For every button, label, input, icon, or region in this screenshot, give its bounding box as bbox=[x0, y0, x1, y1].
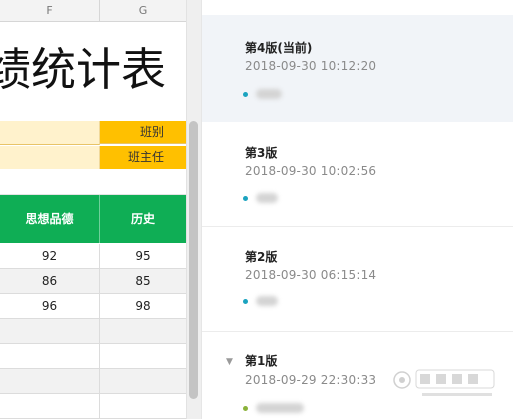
empty-cell[interactable] bbox=[100, 344, 186, 368]
info-cell[interactable] bbox=[0, 121, 100, 145]
scrollbar-thumb[interactable] bbox=[189, 121, 198, 399]
editor-name-blurred bbox=[256, 193, 278, 203]
spreadsheet: F G 绩统计表 班别 班主任 思想品德 历史 92 95 86 85 96 9… bbox=[0, 0, 186, 419]
empty-cell[interactable] bbox=[100, 394, 186, 418]
version-title: 第2版 bbox=[245, 250, 278, 264]
editor-dot-icon bbox=[243, 196, 248, 201]
version-item-2[interactable]: 第2版 2018-09-30 06:15:14 bbox=[202, 227, 513, 332]
table-row: 92 95 bbox=[0, 244, 186, 269]
title-cell[interactable]: 绩统计表 bbox=[0, 22, 186, 122]
sheet-title: 绩统计表 bbox=[0, 43, 166, 96]
empty-cell[interactable] bbox=[0, 319, 100, 343]
empty-row bbox=[0, 344, 186, 369]
editor-dot-icon bbox=[243, 92, 248, 97]
editor-dot-icon bbox=[243, 406, 248, 411]
watermark-logo bbox=[393, 369, 495, 396]
version-time: 2018-09-30 10:12:20 bbox=[245, 59, 377, 73]
version-time: 2018-09-29 22:30:33 bbox=[245, 373, 377, 387]
version-item-3[interactable]: 第3版 2018-09-30 10:02:56 bbox=[202, 122, 513, 227]
blank-row[interactable] bbox=[0, 170, 186, 195]
empty-cell[interactable] bbox=[0, 369, 100, 393]
score-cell[interactable]: 98 bbox=[100, 294, 186, 318]
score-cell[interactable]: 96 bbox=[0, 294, 100, 318]
version-title: 第4版(当前) bbox=[245, 41, 313, 55]
score-cell[interactable]: 86 bbox=[0, 269, 100, 293]
table-row: 96 98 bbox=[0, 294, 186, 319]
editor-name-blurred bbox=[256, 296, 278, 306]
version-time: 2018-09-30 10:02:56 bbox=[245, 164, 377, 178]
vertical-scrollbar[interactable] bbox=[186, 0, 201, 419]
editor-name-blurred bbox=[256, 89, 282, 99]
empty-row bbox=[0, 369, 186, 394]
version-item-4[interactable]: 第4版(当前) 2018-09-30 10:12:20 bbox=[202, 15, 513, 122]
editor-dot-icon bbox=[243, 299, 248, 304]
header-cell-history[interactable]: 历史 bbox=[100, 195, 186, 243]
empty-row bbox=[0, 394, 186, 419]
empty-cell[interactable] bbox=[100, 319, 186, 343]
score-cell[interactable]: 85 bbox=[100, 269, 186, 293]
version-title: 第3版 bbox=[245, 146, 278, 160]
head-teacher-label-cell[interactable]: 班主任 bbox=[100, 146, 186, 169]
empty-row bbox=[0, 319, 186, 344]
caret-down-icon[interactable]: ▼ bbox=[226, 356, 233, 368]
score-cell[interactable]: 95 bbox=[100, 244, 186, 268]
column-header-g[interactable]: G bbox=[100, 0, 186, 22]
empty-cell[interactable] bbox=[0, 394, 100, 418]
editor-name-blurred bbox=[256, 403, 304, 413]
info-cell[interactable] bbox=[0, 146, 100, 169]
empty-cell[interactable] bbox=[0, 344, 100, 368]
version-history-panel: 第4版(当前) 2018-09-30 10:12:20 第3版 2018-09-… bbox=[201, 0, 513, 419]
version-time: 2018-09-30 06:15:14 bbox=[245, 268, 377, 282]
table-row: 86 85 bbox=[0, 269, 186, 294]
score-cell[interactable]: 92 bbox=[0, 244, 100, 268]
class-label-cell[interactable]: 班别 bbox=[100, 121, 186, 144]
empty-cell[interactable] bbox=[100, 369, 186, 393]
column-header-f[interactable]: F bbox=[0, 0, 100, 22]
version-title: 第1版 bbox=[245, 354, 278, 368]
header-cell-morality[interactable]: 思想品德 bbox=[0, 195, 100, 243]
